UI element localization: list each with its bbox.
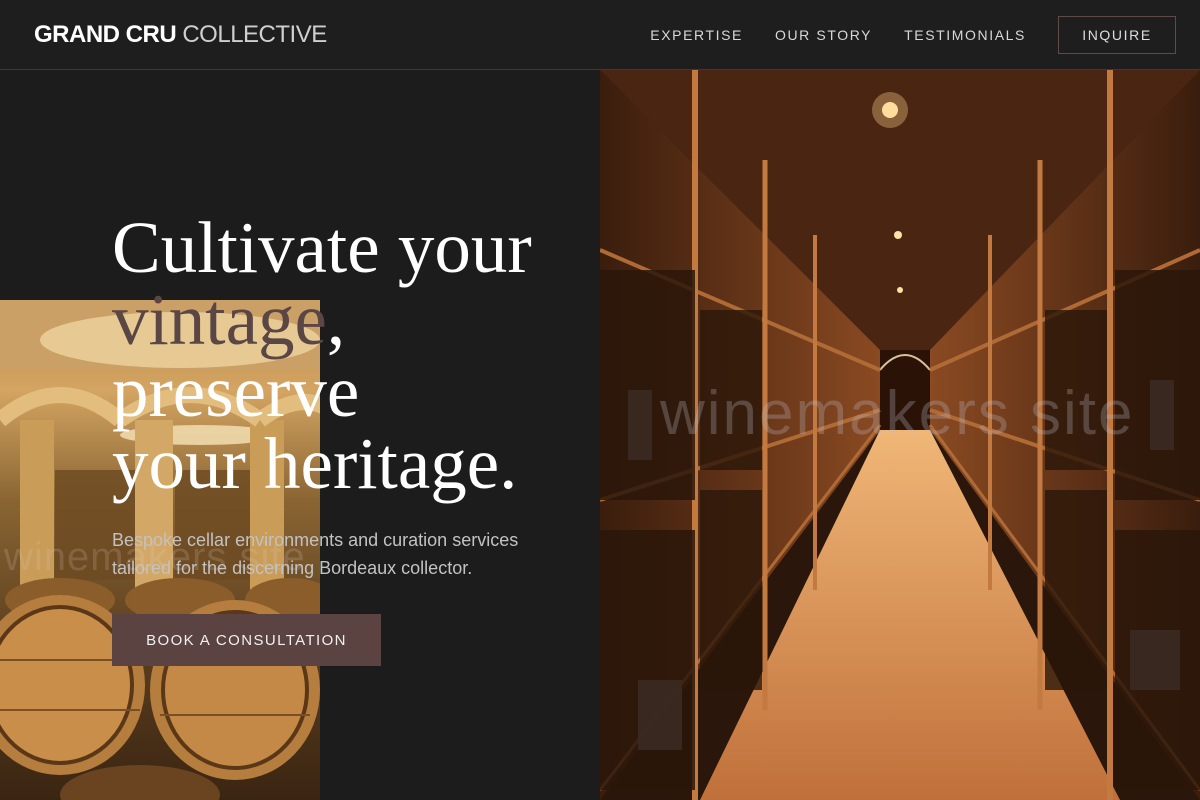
hero-title-line-2: vintage, — [112, 283, 582, 356]
nav-link-our-story[interactable]: OUR STORY — [775, 27, 872, 43]
book-consultation-button[interactable]: BOOK A CONSULTATION — [112, 614, 381, 666]
hero-title-line-1: Cultivate your — [112, 207, 532, 288]
inquire-button[interactable]: INQUIRE — [1058, 16, 1176, 54]
nav-link-expertise[interactable]: EXPERTISE — [650, 27, 743, 43]
hero-title-comma: , — [326, 279, 346, 360]
logo-light-text: COLLECTIVE — [182, 21, 327, 48]
watermark-right: winemakers site — [660, 379, 1135, 448]
logo-strong-text: GRAND CRU — [34, 21, 177, 48]
main-nav: EXPERTISE OUR STORY TESTIMONIALS INQUIRE — [618, 0, 1176, 70]
nav-link-testimonials[interactable]: TESTIMONIALS — [904, 27, 1026, 43]
logo[interactable]: GRAND CRU COLLECTIVE — [34, 20, 327, 50]
hero-title-line-4: your heritage. — [112, 423, 518, 504]
watermark-left: winemakers site — [4, 535, 306, 579]
hero-title-vintage: vintage — [112, 279, 327, 360]
hero-title-line-3: preserve — [112, 351, 360, 432]
site-header: GRAND CRU COLLECTIVE EXPERTISE OUR STORY… — [0, 0, 1200, 70]
hero-title: Cultivate your vintage, preserve your he… — [112, 207, 582, 504]
